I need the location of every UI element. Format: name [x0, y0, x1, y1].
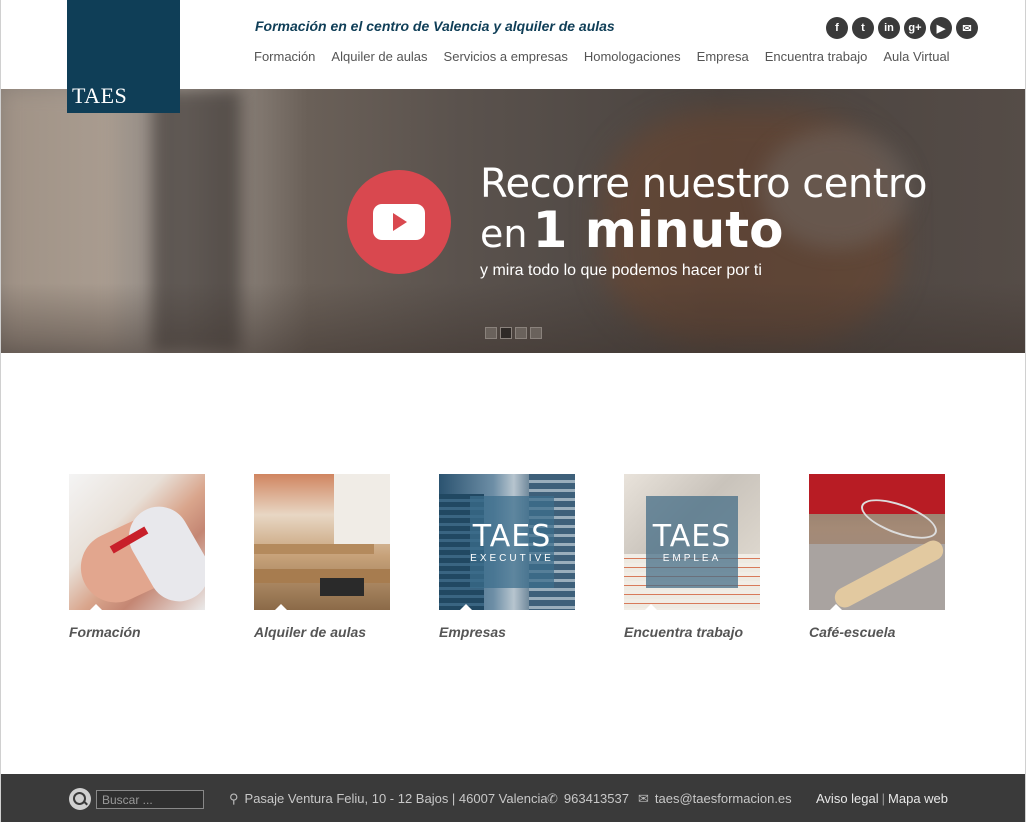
card-formacion-label[interactable]: Formación — [69, 624, 205, 640]
desk-shape — [254, 544, 374, 554]
play-triangle-icon — [393, 213, 407, 231]
card-cafe-image[interactable] — [809, 474, 945, 610]
envelope-icon: ✉ — [638, 791, 649, 806]
nav-servicios-empresas[interactable]: Servicios a empresas — [444, 49, 568, 64]
social-links: f t in g+ ▶ ✉ — [826, 17, 978, 39]
card-encuentra-trabajo[interactable]: TAES EMPLEA Encuentra trabajo — [624, 474, 760, 640]
logo-text: TAES — [72, 83, 128, 108]
hero-prefix: en — [480, 212, 528, 256]
card-aulas-image[interactable] — [254, 474, 390, 610]
laptop-shape — [320, 578, 364, 596]
address-text: Pasaje Ventura Feliu, 10 - 12 Bajos | 46… — [244, 791, 548, 806]
nav-aula-virtual[interactable]: Aula Virtual — [883, 49, 949, 64]
card-empresas-label[interactable]: Empresas — [439, 624, 575, 640]
hero-big-text: 1 minuto — [532, 201, 784, 259]
video-play-button[interactable] — [347, 170, 451, 274]
card-empresas-image[interactable]: TAES EXECUTIVE — [439, 474, 575, 610]
card-aulas-label[interactable]: Alquiler de aulas — [254, 624, 390, 640]
executive-logo-sub: EXECUTIVE — [470, 552, 554, 564]
slider-pagination — [485, 327, 542, 339]
emplea-logo-sub: EMPLEA — [662, 552, 722, 564]
card-formacion-image[interactable] — [69, 474, 205, 610]
slider-dot[interactable] — [515, 327, 527, 339]
card-cafe-label[interactable]: Café-escuela — [809, 624, 945, 640]
taes-executive-logo: TAES EXECUTIVE — [470, 496, 554, 588]
mapa-web-link[interactable]: Mapa web — [888, 791, 948, 806]
phone-text: 963413537 — [563, 791, 629, 806]
search-icon[interactable] — [69, 788, 91, 810]
nav-empresa[interactable]: Empresa — [697, 49, 749, 64]
email-text[interactable]: taes@taesformacion.es — [655, 791, 792, 806]
twitter-icon[interactable]: t — [852, 17, 874, 39]
hero-subheading: en 1 minuto — [480, 201, 783, 259]
footer-address: ⚲ Pasaje Ventura Feliu, 10 - 12 Bajos | 4… — [229, 791, 548, 807]
phone-icon: ✆ — [547, 791, 558, 806]
hero-caption: y mira todo lo que podemos hacer por ti — [480, 262, 762, 279]
footer-separator: | — [881, 791, 886, 806]
taes-emplea-logo: TAES EMPLEA — [646, 496, 738, 588]
footer-email: ✉ taes@taesformacion.es — [638, 791, 792, 807]
feature-cards: Formación Alquiler de aulas TAES EXECUTI… — [69, 474, 945, 640]
tagline: Formación en el centro de Valencia y alq… — [255, 18, 615, 34]
slider-dot[interactable] — [485, 327, 497, 339]
nav-formacion[interactable]: Formación — [254, 49, 315, 64]
whiteboard-shape — [334, 474, 390, 544]
card-cafe-escuela[interactable]: Café-escuela — [809, 474, 945, 640]
googleplus-icon[interactable]: g+ — [904, 17, 926, 39]
slider-dot-active[interactable] — [500, 327, 512, 339]
footer-phone: ✆ 963413537 — [547, 791, 629, 807]
hero-slider[interactable]: Recorre nuestro centro en 1 minuto y mir… — [1, 89, 1025, 353]
email-icon[interactable]: ✉ — [956, 17, 978, 39]
card-alquiler-aulas[interactable]: Alquiler de aulas — [254, 474, 390, 640]
card-trabajo-image[interactable]: TAES EMPLEA — [624, 474, 760, 610]
linkedin-icon[interactable]: in — [878, 17, 900, 39]
aviso-legal-link[interactable]: Aviso legal — [816, 791, 879, 806]
hero-bg-floor — [1, 283, 1025, 353]
youtube-icon[interactable]: ▶ — [930, 17, 952, 39]
main-nav: Formación Alquiler de aulas Servicios a … — [254, 49, 950, 64]
nav-encuentra-trabajo[interactable]: Encuentra trabajo — [765, 49, 868, 64]
taes-logo[interactable]: TAES — [67, 0, 180, 113]
card-trabajo-label[interactable]: Encuentra trabajo — [624, 624, 760, 640]
card-empresas[interactable]: TAES EXECUTIVE Empresas — [439, 474, 575, 640]
emplea-logo-main: TAES — [652, 518, 732, 554]
footer: ⚲ Pasaje Ventura Feliu, 10 - 12 Bajos | 4… — [1, 774, 1025, 822]
nav-homologaciones[interactable]: Homologaciones — [584, 49, 681, 64]
slider-dot[interactable] — [530, 327, 542, 339]
search-input[interactable] — [96, 790, 204, 809]
executive-logo-main: TAES — [472, 518, 552, 554]
location-icon: ⚲ — [229, 791, 239, 806]
footer-links: Aviso legal | Mapa web — [816, 791, 948, 806]
facebook-icon[interactable]: f — [826, 17, 848, 39]
card-formacion[interactable]: Formación — [69, 474, 205, 640]
nav-alquiler-aulas[interactable]: Alquiler de aulas — [331, 49, 427, 64]
